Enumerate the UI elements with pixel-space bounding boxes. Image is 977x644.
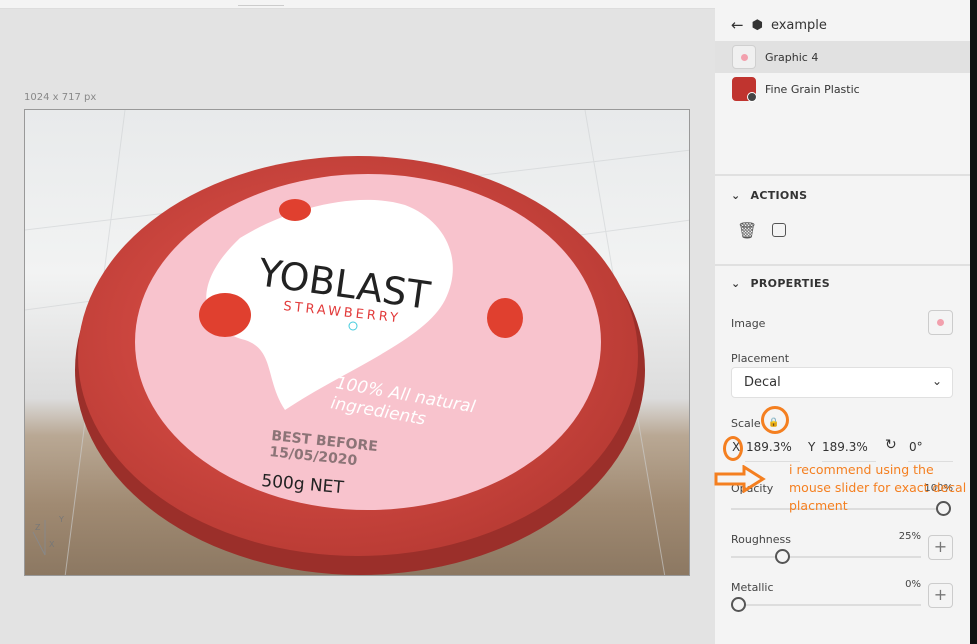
properties-panel: ← ⬢ example Graphic 4 Fine Grain Plastic… xyxy=(715,0,970,644)
canvas-dimensions: 1024 x 717 px xyxy=(24,92,97,103)
trash-icon[interactable]: 🗑 xyxy=(737,221,757,240)
placement-value: Decal xyxy=(744,375,781,390)
roughness-slider[interactable] xyxy=(731,556,921,558)
axis-x-label: X xyxy=(49,540,55,549)
annotation-circle-lock xyxy=(761,406,789,434)
layer-label: Fine Grain Plastic xyxy=(765,82,860,96)
image-picker-button[interactable] xyxy=(928,310,953,335)
annotation-circle-x xyxy=(723,436,743,461)
scale-y-label: Y xyxy=(808,440,816,454)
3d-viewport[interactable]: YOBLAST STRAWBERRY 100% All natural ingr… xyxy=(24,109,690,576)
scene-render: YOBLAST STRAWBERRY 100% All natural ingr… xyxy=(25,110,689,575)
properties-section-header[interactable]: ⌄ PROPERTIES xyxy=(731,277,830,290)
roughness-slider-handle[interactable] xyxy=(775,549,790,564)
metallic-add-map-button[interactable]: + xyxy=(928,583,953,608)
strawberry xyxy=(279,199,311,221)
roughness-value: 25% xyxy=(898,531,921,542)
rotation-input[interactable]: 0° xyxy=(909,440,923,454)
rotate-icon: ↻ xyxy=(885,437,897,453)
graphic-thumbnail xyxy=(732,45,756,69)
window-edge xyxy=(970,0,977,644)
layer-material[interactable]: Fine Grain Plastic xyxy=(715,73,970,105)
metallic-slider-handle[interactable] xyxy=(731,597,746,612)
image-label: Image xyxy=(731,317,766,330)
chevron-down-icon: ⌄ xyxy=(931,374,942,388)
layer-label: Graphic 4 xyxy=(765,50,819,64)
actions-section-header[interactable]: ⌄ ACTIONS xyxy=(731,189,807,202)
section-title: ACTIONS xyxy=(750,189,808,202)
strawberry xyxy=(487,298,523,338)
top-toolbar xyxy=(0,0,715,9)
roughness-label: Roughness xyxy=(731,533,792,546)
annotation-arrow-icon xyxy=(714,465,766,493)
back-arrow-icon[interactable]: ← xyxy=(731,16,744,34)
chevron-down-icon: ⌄ xyxy=(731,277,741,290)
metallic-label: Metallic xyxy=(731,581,774,594)
axis-z-label: Z xyxy=(35,523,41,532)
roughness-add-map-button[interactable]: + xyxy=(928,535,953,560)
scale-x-input[interactable]: 189.3% xyxy=(746,440,792,454)
axis-y-label: Y xyxy=(58,515,64,524)
sticker-icon[interactable] xyxy=(772,223,786,237)
scale-label: Scale xyxy=(731,417,761,430)
material-swatch xyxy=(732,77,757,102)
annotation-note: i recommend using the mouse slider for e… xyxy=(789,462,967,513)
chevron-down-icon: ⌄ xyxy=(731,189,741,202)
strawberry xyxy=(199,293,251,337)
section-title: PROPERTIES xyxy=(750,277,830,290)
metallic-value: 0% xyxy=(905,579,921,590)
cube-icon: ⬢ xyxy=(751,17,763,33)
panel-title: example xyxy=(770,17,827,33)
metallic-slider[interactable] xyxy=(731,604,921,606)
layer-graphic-4[interactable]: Graphic 4 xyxy=(715,41,970,73)
placement-label: Placement xyxy=(731,352,790,365)
placement-dropdown[interactable]: Decal ⌄ xyxy=(731,367,953,398)
scale-y-input[interactable]: 189.3% xyxy=(822,440,868,454)
